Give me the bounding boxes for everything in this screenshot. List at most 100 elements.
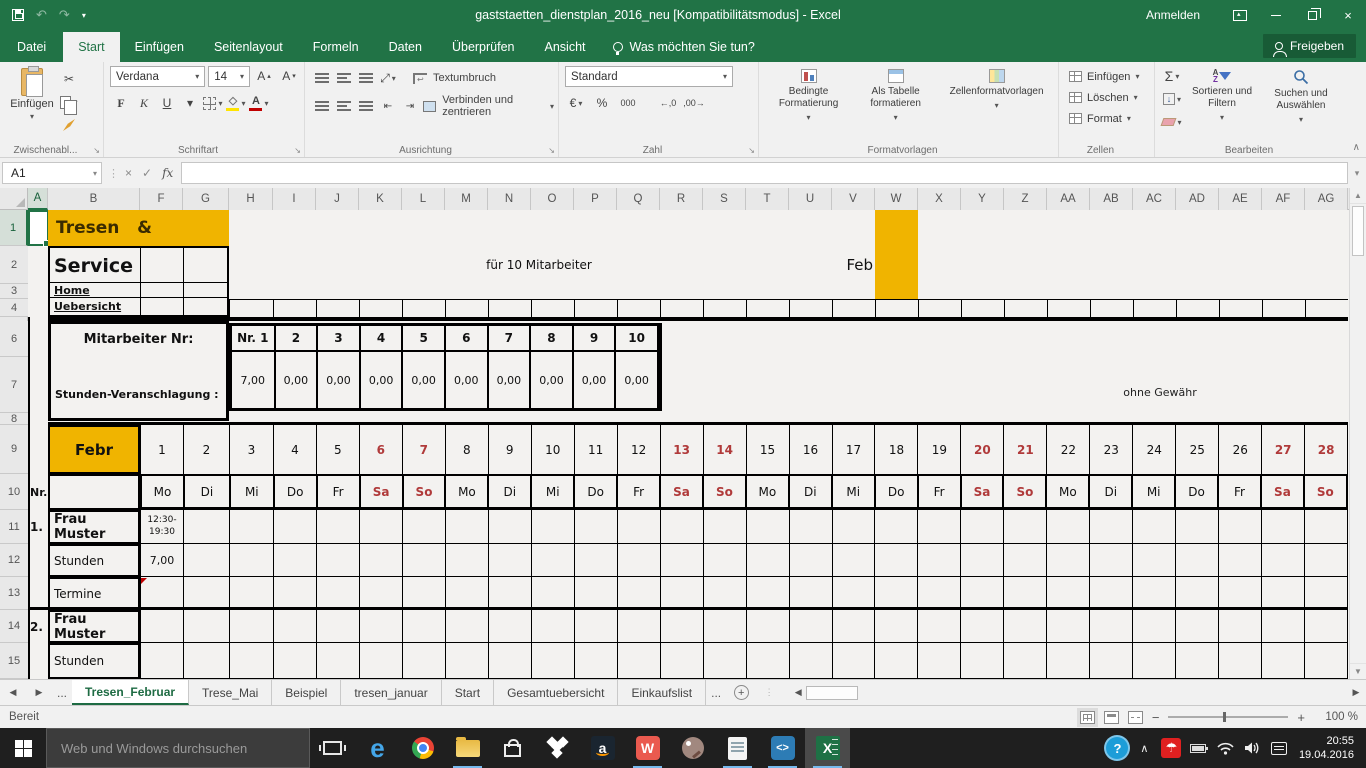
schedule-cell[interactable] xyxy=(575,510,618,544)
schedule-cell[interactable] xyxy=(661,643,704,679)
schedule-cell[interactable] xyxy=(747,643,790,679)
font-family-select[interactable]: Verdana▾ xyxy=(110,66,205,87)
weekday-cell[interactable]: So xyxy=(404,476,447,507)
weekday-cell[interactable]: Mi xyxy=(231,476,275,507)
cell-ohne-gewaehr[interactable]: ohne Gewähr xyxy=(1100,384,1220,400)
code-app-button[interactable]: <> xyxy=(760,728,805,768)
schedule-cell[interactable] xyxy=(274,544,317,577)
schedule-cell[interactable] xyxy=(1004,643,1047,679)
day-cell-26[interactable]: 26 xyxy=(1219,425,1262,474)
schedule-cell[interactable] xyxy=(618,610,661,643)
schedule-cell[interactable] xyxy=(403,510,446,544)
schedule-cell[interactable] xyxy=(184,544,230,577)
hscroll-right-icon[interactable]: ▶ xyxy=(1348,687,1364,698)
ribbon-display-options-icon[interactable] xyxy=(1222,0,1258,30)
schedule-cell[interactable] xyxy=(317,510,360,544)
schedule-cell[interactable] xyxy=(184,577,230,610)
sheet-tab-start[interactable]: Start xyxy=(442,680,494,705)
schedule-cell[interactable] xyxy=(961,643,1004,679)
day-cell-5[interactable]: 5 xyxy=(317,425,360,474)
dialog-launcher-icon[interactable]: ↘ xyxy=(294,146,301,155)
underline-dropdown-icon[interactable]: ▾ xyxy=(179,93,201,113)
schedule-cell[interactable] xyxy=(1262,510,1305,544)
schedule-cell[interactable] xyxy=(1090,510,1133,544)
selected-cell-a1[interactable] xyxy=(28,210,49,246)
weekday-cell[interactable]: Mi xyxy=(833,476,876,507)
zoom-level[interactable]: 100 % xyxy=(1314,711,1358,723)
schedule-cell[interactable] xyxy=(1004,610,1047,643)
schedule-cell[interactable] xyxy=(446,510,489,544)
schedule-cell[interactable] xyxy=(747,577,790,610)
schedule-cell[interactable] xyxy=(184,610,230,643)
day-cell-14[interactable]: 14 xyxy=(704,425,747,474)
schedule-cell[interactable] xyxy=(360,544,403,577)
day-cell-6[interactable]: 6 xyxy=(360,425,403,474)
minimize-button[interactable] xyxy=(1258,0,1294,30)
dropbox-button[interactable] xyxy=(535,728,580,768)
schedule-cell[interactable] xyxy=(961,510,1004,544)
schedule-cell[interactable] xyxy=(360,643,403,679)
schedule-cell[interactable] xyxy=(790,610,833,643)
taskbar-clock[interactable]: 20:55 19.04.2016 xyxy=(1293,734,1366,762)
schedule-cell[interactable] xyxy=(1133,610,1176,643)
select-all-corner[interactable] xyxy=(0,188,28,210)
schedule-cell[interactable] xyxy=(1262,577,1305,610)
schedule-cell[interactable] xyxy=(403,610,446,643)
schedule-cell[interactable] xyxy=(1004,510,1047,544)
schedule-cell[interactable] xyxy=(875,643,918,679)
percent-format-button[interactable]: % xyxy=(591,93,613,113)
day-cell-8[interactable]: 8 xyxy=(446,425,489,474)
schedule-cell[interactable] xyxy=(661,544,704,577)
sheet-tab-einkaufslist[interactable]: Einkaufslist xyxy=(618,680,706,705)
schedule-cell[interactable] xyxy=(1305,577,1348,610)
decrease-decimal-icon[interactable]: ,00→ xyxy=(683,93,705,113)
increase-decimal-icon[interactable]: ←,0 xyxy=(657,93,679,113)
align-top-icon[interactable] xyxy=(315,73,329,83)
schedule-cell[interactable] xyxy=(230,643,274,679)
weekday-cell[interactable]: So xyxy=(1004,476,1047,507)
volume-tray-button[interactable] xyxy=(1239,728,1266,768)
weekday-cell[interactable]: Sa xyxy=(1262,476,1305,507)
day-cell-11[interactable]: 11 xyxy=(575,425,618,474)
cancel-icon[interactable]: × xyxy=(125,166,132,180)
schedule-cell[interactable] xyxy=(961,577,1004,610)
insert-function-icon[interactable]: fx xyxy=(162,166,173,180)
conditional-formatting-button[interactable]: Bedingte Formatierung▾ xyxy=(765,66,852,126)
schedule-cell[interactable] xyxy=(403,544,446,577)
schedule-cell[interactable] xyxy=(1176,510,1219,544)
increase-indent-icon[interactable]: ⇥ xyxy=(399,96,421,116)
dialog-launcher-icon[interactable]: ↘ xyxy=(93,146,100,155)
day-cell-23[interactable]: 23 xyxy=(1090,425,1133,474)
cell-title-tresen[interactable]: Tresen & xyxy=(48,210,229,246)
schedule-cell[interactable] xyxy=(274,643,317,679)
day-cell-10[interactable]: 10 xyxy=(532,425,575,474)
excel-taskbar-button[interactable]: X xyxy=(805,728,850,768)
schedule-cell[interactable] xyxy=(661,577,704,610)
cell-nr-label[interactable]: Nr. xyxy=(28,474,48,510)
staff-nr-header[interactable]: Nr. 1 xyxy=(232,326,276,352)
staff-nr-header[interactable]: 2 xyxy=(276,326,319,352)
zoom-out-icon[interactable]: − xyxy=(1152,710,1160,725)
sheet-overflow-right[interactable]: ... xyxy=(706,680,726,705)
schedule-cell[interactable] xyxy=(532,643,575,679)
schedule-cell[interactable] xyxy=(230,577,274,610)
undo-icon[interactable]: ↶ xyxy=(36,7,47,23)
staff-nr-header[interactable]: 9 xyxy=(574,326,617,352)
schedule-cell[interactable] xyxy=(661,510,704,544)
schedule-cell[interactable] xyxy=(790,510,833,544)
schedule-cell[interactable] xyxy=(1262,544,1305,577)
day-cell-22[interactable]: 22 xyxy=(1047,425,1090,474)
schedule-cell[interactable] xyxy=(747,510,790,544)
weekday-cell[interactable]: Sa xyxy=(361,476,404,507)
share-button[interactable]: Freigeben xyxy=(1263,34,1356,58)
staff-nr-header[interactable]: 5 xyxy=(403,326,446,352)
sheet-tab-trese_mai[interactable]: Trese_Mai xyxy=(189,680,272,705)
schedule-cell[interactable] xyxy=(618,643,661,679)
cell-employee-15[interactable]: Stunden xyxy=(48,643,140,679)
align-bottom-icon[interactable] xyxy=(359,73,373,83)
day-cell-15[interactable]: 15 xyxy=(747,425,790,474)
schedule-cell[interactable] xyxy=(403,643,446,679)
link-home[interactable]: Home xyxy=(54,283,90,297)
schedule-cell[interactable] xyxy=(317,544,360,577)
sheet-tab-beispiel[interactable]: Beispiel xyxy=(272,680,341,705)
